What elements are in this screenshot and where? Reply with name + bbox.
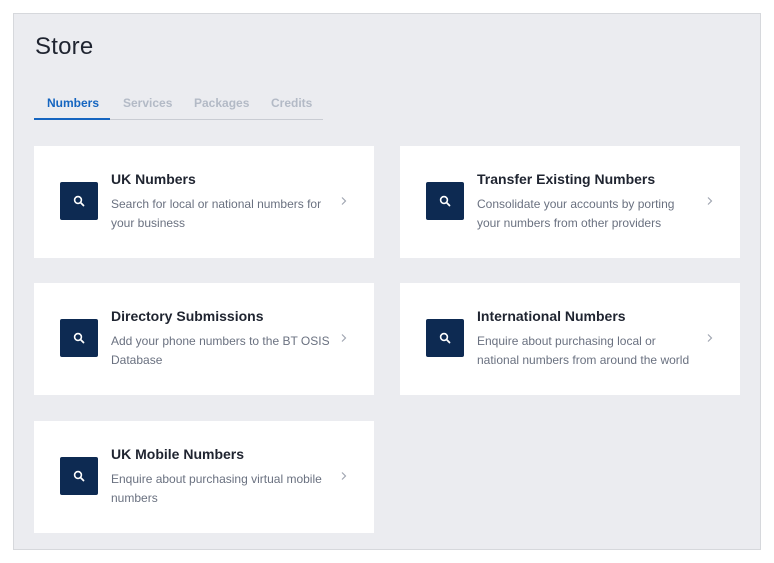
active-tab-indicator bbox=[34, 118, 110, 120]
tab-packages[interactable]: Packages bbox=[194, 96, 249, 110]
chevron-right-icon bbox=[341, 197, 347, 205]
chevron-right-icon bbox=[707, 334, 713, 342]
card-description: Enquire about purchasing local or nation… bbox=[477, 334, 690, 367]
chevron-right-icon bbox=[341, 334, 347, 342]
card-title: UK Numbers bbox=[111, 171, 196, 187]
card-international-numbers[interactable]: International Numbers Enquire about purc… bbox=[400, 283, 740, 395]
card-description: Enquire about purchasing virtual mobile … bbox=[111, 472, 322, 505]
card-title: Transfer Existing Numbers bbox=[477, 171, 656, 187]
search-icon bbox=[60, 319, 98, 357]
card-title: International Numbers bbox=[477, 308, 626, 324]
tab-numbers[interactable]: Numbers bbox=[47, 96, 99, 110]
card-description: Consolidate your accounts by porting you… bbox=[477, 197, 675, 230]
card-uk-numbers[interactable]: UK Numbers Search for local or national … bbox=[34, 146, 374, 258]
search-icon bbox=[60, 182, 98, 220]
card-description: Search for local or national numbers for… bbox=[111, 197, 322, 230]
card-title: Directory Submissions bbox=[111, 308, 264, 324]
store-panel: Store Numbers Services Packages Credits … bbox=[13, 13, 761, 550]
card-title: UK Mobile Numbers bbox=[111, 446, 245, 462]
card-uk-mobile-numbers[interactable]: UK Mobile Numbers Enquire about purchasi… bbox=[34, 421, 374, 533]
search-icon bbox=[426, 182, 464, 220]
card-directory-submissions[interactable]: Directory Submissions Add your phone num… bbox=[34, 283, 374, 395]
card-transfer-existing-numbers[interactable]: Transfer Existing Numbers Consolidate yo… bbox=[400, 146, 740, 258]
chevron-right-icon bbox=[707, 197, 713, 205]
search-icon bbox=[426, 319, 464, 357]
card-description: Add your phone numbers to the BT OSIS Da… bbox=[111, 334, 330, 367]
page-title: Store bbox=[35, 33, 94, 60]
chevron-right-icon bbox=[341, 472, 347, 480]
tab-credits[interactable]: Credits bbox=[271, 96, 312, 110]
tab-services[interactable]: Services bbox=[123, 96, 172, 110]
store-tabs: Numbers Services Packages Credits bbox=[34, 94, 323, 120]
search-icon bbox=[60, 457, 98, 495]
